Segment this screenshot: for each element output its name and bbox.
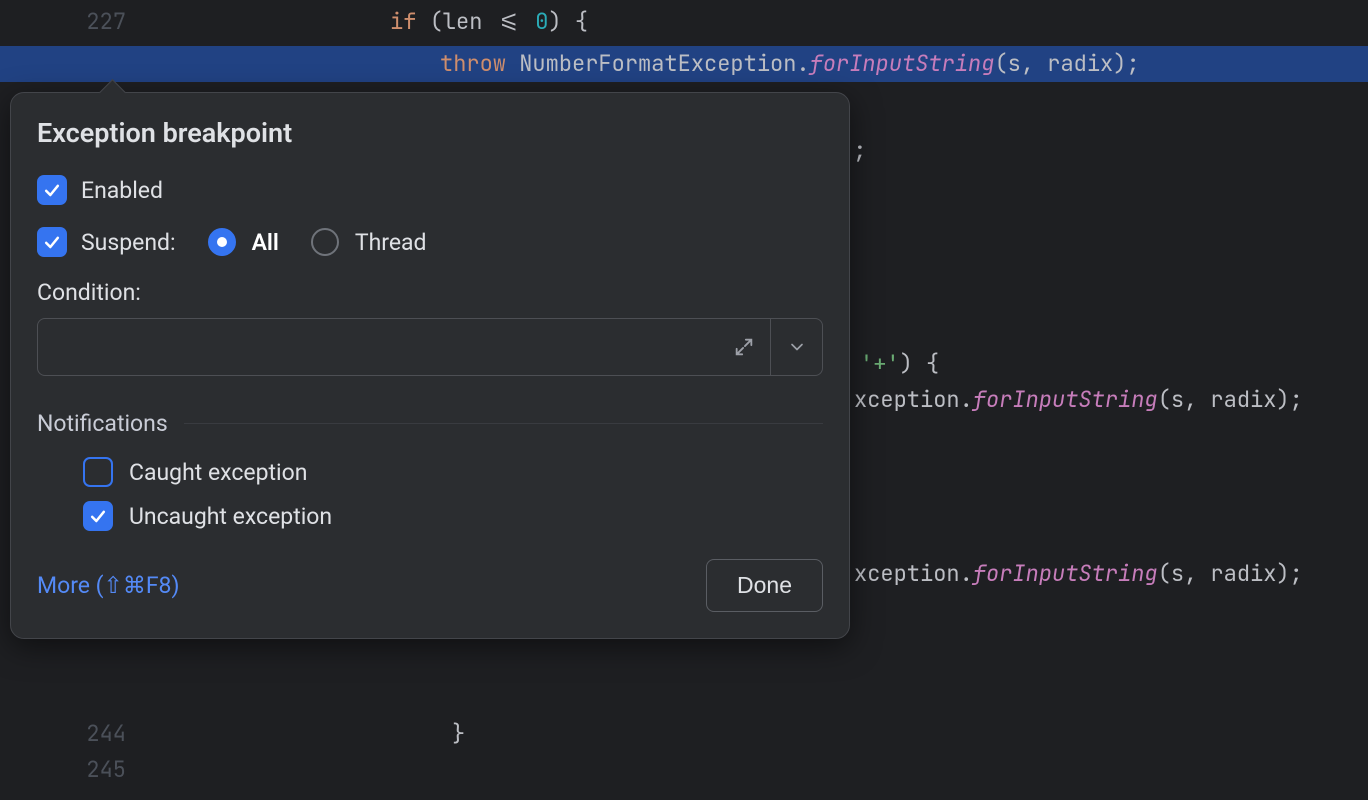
suspend-all-radio[interactable] [208,228,236,256]
breakpoint-popup: Exception breakpoint Enabled Suspend: Al… [10,92,850,639]
chevron-down-icon[interactable] [770,319,822,375]
uncaught-exception-checkbox[interactable] [83,501,113,531]
suspend-label: Suspend: [81,229,176,256]
code-line[interactable] [0,752,1368,788]
popup-title: Exception breakpoint [37,117,823,149]
suspend-thread-label: Thread [355,229,427,256]
done-button[interactable]: Done [706,559,823,612]
notifications-header: Notifications [37,410,823,437]
condition-label: Condition: [37,279,823,306]
notifications-label: Notifications [37,410,168,437]
uncaught-exception-label: Uncaught exception [129,503,332,530]
enabled-label: Enabled [81,177,163,204]
more-link[interactable]: More (⇧⌘F8) [37,572,179,599]
condition-field [37,318,823,376]
uncaught-exception-row: Uncaught exception [83,501,823,531]
code-line[interactable]: if (len <= 0) { [0,4,1368,40]
enabled-row: Enabled [37,175,823,205]
suspend-checkbox[interactable] [37,227,67,257]
expand-icon[interactable] [718,319,770,375]
code-line[interactable]: throw NumberFormatException.forInputStri… [0,46,1368,82]
popup-footer: More (⇧⌘F8) Done [37,559,823,612]
caught-exception-checkbox[interactable] [83,457,113,487]
caught-exception-row: Caught exception [83,457,823,487]
divider [184,423,823,424]
caught-exception-label: Caught exception [129,459,307,486]
condition-input[interactable] [38,319,718,375]
code-line[interactable]: } [0,716,1368,752]
enabled-checkbox[interactable] [37,175,67,205]
suspend-row: Suspend: All Thread [37,227,823,257]
suspend-all-label: All [252,229,279,256]
suspend-thread-radio[interactable] [311,228,339,256]
